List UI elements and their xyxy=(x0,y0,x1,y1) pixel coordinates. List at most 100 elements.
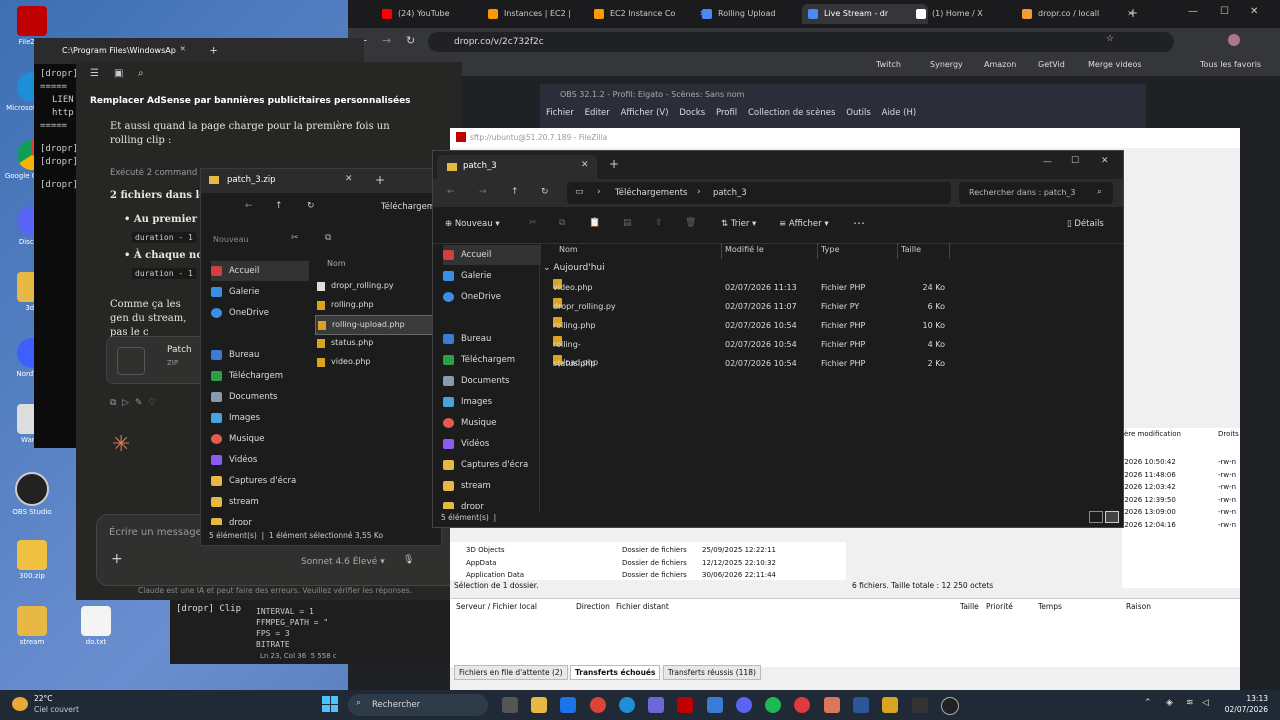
tab-queued[interactable]: Fichiers en file d'attente (2) xyxy=(454,665,568,680)
nav-home[interactable]: Accueil xyxy=(211,261,309,281)
minimize-button[interactable]: — xyxy=(1043,157,1052,167)
column-header[interactable]: Serveur / Fichier local xyxy=(456,602,537,611)
file-row[interactable]: status.php 02/07/2026 10:54 Fichier PHP 2 K… xyxy=(541,355,961,373)
new-button[interactable]: ⊕ Nouveau ▾ xyxy=(445,219,500,229)
nav-images[interactable]: Images xyxy=(211,408,309,428)
nav-downloads[interactable]: Téléchargem xyxy=(211,366,309,386)
column-header[interactable]: Fichier distant xyxy=(616,602,669,611)
nav-dropr[interactable]: dropr xyxy=(211,513,309,525)
menu-item[interactable]: Fichier xyxy=(546,108,574,118)
explorer-taskbar-icon[interactable] xyxy=(531,697,547,713)
attachment-card[interactable]: Patch ZIP xyxy=(106,336,208,384)
opera-taskbar-icon[interactable] xyxy=(794,697,810,713)
search-icon[interactable]: ⌕ xyxy=(138,68,144,79)
details-button[interactable]: ▯ Détails xyxy=(1067,219,1104,229)
new-button[interactable]: Nouveau xyxy=(213,235,249,244)
edit-icon[interactable]: ✎ xyxy=(135,398,143,408)
nav-stream[interactable]: stream xyxy=(443,476,541,496)
group-header[interactable]: ⌄ Aujourd'hui xyxy=(543,263,605,273)
reload-icon[interactable]: ↻ xyxy=(406,34,415,47)
forward-icon[interactable]: → xyxy=(382,34,391,47)
delete-icon[interactable]: 🗑 xyxy=(685,218,696,228)
menu-item[interactable]: Collection de scènes xyxy=(748,108,835,118)
obs-taskbar-icon[interactable] xyxy=(941,697,959,715)
address-bar[interactable]: dropr.co/v/2c732f2c xyxy=(428,32,1174,52)
breadcrumb-item[interactable]: patch_3 xyxy=(713,188,747,198)
search-input[interactable]: Rechercher dans : patch_3 xyxy=(969,188,1076,197)
copy-icon[interactable]: ⧉ xyxy=(325,233,331,243)
paste-icon[interactable]: 📋 xyxy=(589,218,600,228)
nav-screenshots[interactable]: Captures d'écra xyxy=(211,471,309,491)
cut-icon[interactable]: ✂ xyxy=(529,218,537,228)
add-attachment-button[interactable]: + xyxy=(111,551,123,567)
sort-button[interactable]: ⇅ Trier ▾ xyxy=(721,219,756,229)
chrome-tab[interactable]: (24) YouTube✕ xyxy=(376,4,498,24)
weather-desc[interactable]: Ciel couvert xyxy=(34,705,79,714)
taskbar-search[interactable]: ⌕ Rechercher xyxy=(348,694,488,716)
more-options-icon[interactable]: ⋯ xyxy=(853,216,865,230)
nav-documents[interactable]: Documents xyxy=(443,371,541,391)
column-modified[interactable]: Modifié le xyxy=(725,245,764,254)
weather-icon[interactable] xyxy=(12,697,28,711)
maximize-button[interactable]: ☐ xyxy=(1220,6,1229,17)
chrome-tab[interactable]: Rolling Upload✕ xyxy=(696,4,818,24)
column-type[interactable]: Type xyxy=(821,245,839,254)
teams-taskbar-icon[interactable] xyxy=(648,697,664,713)
file-row[interactable]: rolling.php 02/07/2026 10:54 Fichier PHP 10… xyxy=(541,317,961,335)
nav-desktop[interactable]: Bureau xyxy=(211,345,309,365)
nav-gallery[interactable]: Galerie xyxy=(443,266,541,286)
outlook-taskbar-icon[interactable] xyxy=(560,697,576,713)
menu-item[interactable]: Docks xyxy=(679,108,705,118)
share-icon[interactable]: ⇪ xyxy=(655,218,663,228)
sidebar-icon[interactable]: ▣ xyxy=(114,68,123,79)
cut-icon[interactable]: ✂ xyxy=(291,233,299,243)
close-window-button[interactable]: ✕ xyxy=(1101,156,1109,166)
bookmark-star-icon[interactable]: ☆ xyxy=(1106,34,1114,44)
up-icon[interactable]: ↑ xyxy=(511,187,519,197)
column-header[interactable]: ière modification xyxy=(1122,430,1181,438)
bookmark-getvid[interactable]: GetVid xyxy=(1038,60,1065,69)
reload-icon[interactable]: ↻ xyxy=(541,187,549,197)
weather-temp[interactable]: 22°C xyxy=(34,694,53,703)
wifi-icon[interactable]: ≋ xyxy=(1186,698,1194,708)
start-button[interactable] xyxy=(322,696,338,712)
close-icon[interactable]: ✕ xyxy=(345,174,353,184)
close-window-button[interactable]: ✕ xyxy=(1250,6,1258,17)
column-header[interactable]: Droits xyxy=(1218,430,1239,438)
desktop-icon-obs[interactable]: OBS Studio xyxy=(2,472,62,516)
conversation-title[interactable]: Remplacer AdSense par bannières publicit… xyxy=(90,96,411,106)
bookmark-amazon[interactable]: Amazon xyxy=(984,60,1016,69)
clock-date[interactable]: 02/07/2026 xyxy=(1222,705,1268,714)
notepad-taskbar-icon[interactable] xyxy=(853,697,869,713)
message-input[interactable]: Écrire un message xyxy=(109,527,202,538)
retry-icon[interactable]: ▷ xyxy=(122,398,129,408)
nav-music[interactable]: Musique xyxy=(443,413,541,433)
nav-downloads[interactable]: Téléchargem xyxy=(443,350,541,370)
close-icon[interactable]: ✕ xyxy=(581,160,589,170)
forward-icon[interactable]: → xyxy=(479,187,487,197)
tab-successful[interactable]: Transferts réussis (118) xyxy=(662,665,761,680)
back-icon[interactable]: ← xyxy=(245,201,253,211)
column-header[interactable]: Direction xyxy=(576,602,610,611)
view-button[interactable]: ≡ Afficher ▾ xyxy=(779,219,829,229)
file-row[interactable]: dropr_rolling.py 02/07/2026 11:07 Fichier … xyxy=(541,298,961,316)
breadcrumb[interactable]: Téléchargem xyxy=(381,202,435,212)
column-header[interactable]: Taille xyxy=(960,602,979,611)
rename-icon[interactable]: ▤ xyxy=(623,218,632,228)
tab-failed[interactable]: Transferts échoués xyxy=(569,665,661,680)
up-icon[interactable]: ↑ xyxy=(275,201,283,211)
claude-taskbar-icon[interactable] xyxy=(824,697,840,713)
menu-item[interactable]: Profil xyxy=(716,108,737,118)
volume-icon[interactable]: ◁ xyxy=(1202,698,1209,708)
new-tab-button[interactable]: + xyxy=(609,157,619,171)
app-taskbar-icon[interactable] xyxy=(707,697,723,713)
nav-screenshots[interactable]: Captures d'écra xyxy=(443,455,541,475)
bookmark-merge-videos[interactable]: Merge videos xyxy=(1088,60,1142,69)
new-tab-button[interactable]: + xyxy=(1128,6,1138,20)
close-icon[interactable]: ✕ xyxy=(180,44,185,54)
breadcrumb-item[interactable]: Téléchargements xyxy=(615,188,687,198)
nav-documents[interactable]: Documents xyxy=(211,387,309,407)
sublime-taskbar-icon[interactable] xyxy=(882,697,898,713)
reload-icon[interactable]: ↻ xyxy=(307,201,315,211)
nav-gallery[interactable]: Galerie xyxy=(211,282,309,302)
